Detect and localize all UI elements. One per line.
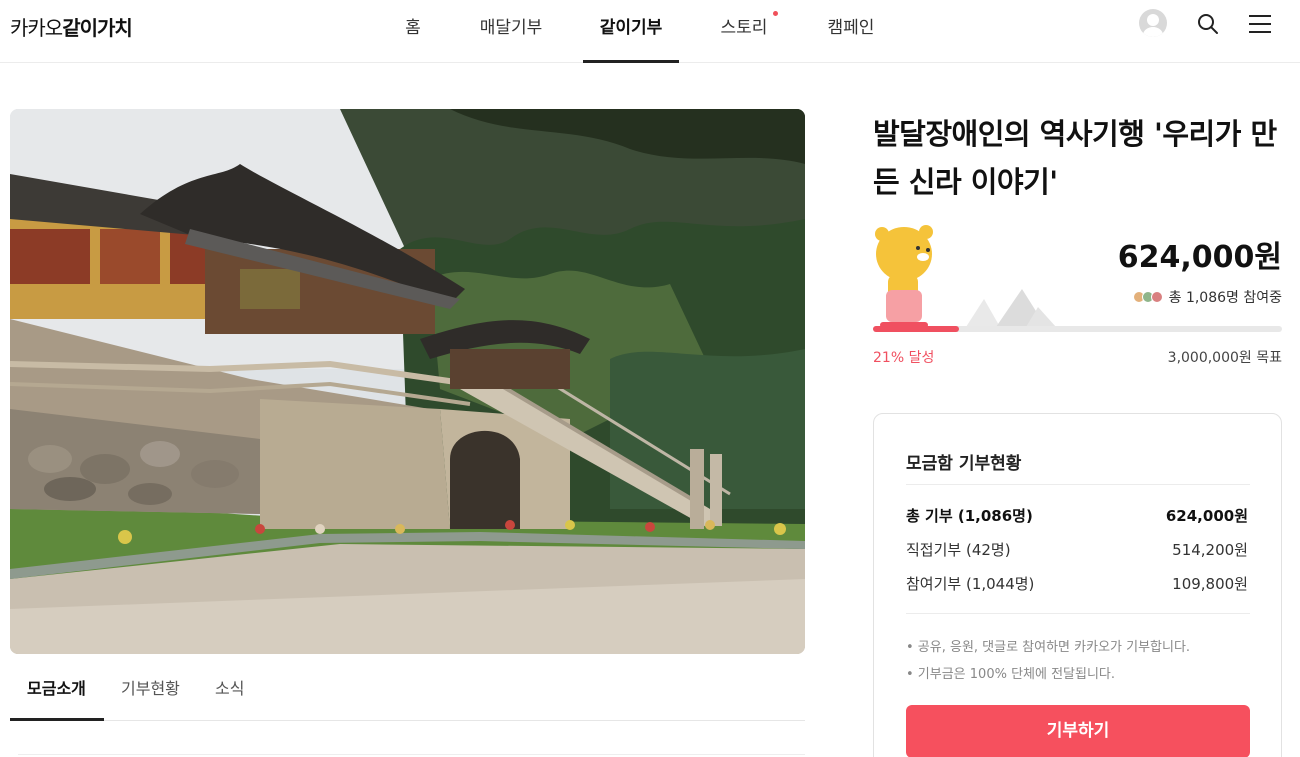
participants-text: 총 1,086명 참여중 [1168, 290, 1282, 306]
logo[interactable]: 카카오같이가치 [10, 12, 133, 41]
raised-amount: 624,000원 [1117, 240, 1282, 275]
tab-news[interactable]: 소식 [215, 675, 244, 699]
tab-active-underline [10, 718, 104, 721]
search-icon[interactable] [1196, 12, 1220, 36]
campaign-title: 발달장애인의 역사기행 '우리가 만든 신라 이야기' [873, 117, 1277, 199]
card-divider [906, 484, 1250, 485]
top-header: 카카오같이가치 홈 매달기부 같이기부 스토리 캠페인 [0, 0, 1300, 63]
nav-together[interactable]: 같이기부 [596, 13, 666, 63]
content-divider [18, 754, 805, 755]
direct-donation-value: 514,200원 [1172, 541, 1248, 559]
goal-amount: 3,000,000원 목표 [1167, 350, 1282, 366]
direct-donation-label: 직접기부 (42명) [906, 541, 1011, 559]
note-full-delivery: • 기부금은 100% 단체에 전달됩니다. [906, 667, 1116, 682]
achieved-percent: 21% 달성 [873, 350, 935, 366]
participation-donation-value: 109,800원 [1172, 575, 1248, 593]
ryan-character-icon [875, 225, 933, 328]
total-donation-value: 624,000원 [1165, 507, 1248, 525]
card-divider [906, 613, 1250, 614]
tab-intro[interactable]: 모금소개 [27, 675, 86, 699]
donation-status-card: 모금함 기부현황 총 기부 (1,086명) 624,000원 직접기부 (42… [873, 413, 1282, 757]
nav-story[interactable]: 스토리 [718, 13, 770, 63]
story-new-dot [773, 11, 778, 16]
total-donation-label: 총 기부 (1,086명) [906, 507, 1033, 525]
campaign-hero-image [10, 109, 805, 654]
tab-donation-status[interactable]: 기부현황 [121, 675, 180, 699]
participant-avatar-icon [1150, 291, 1163, 303]
nav-campaign[interactable]: 캠페인 [825, 13, 877, 63]
note-kakao-donates: • 공유, 응원, 댓글로 참여하면 카카오가 기부합니다. [906, 640, 1191, 655]
funding-progress-bar [873, 326, 1282, 332]
participation-donation-label: 참여기부 (1,044명) [906, 575, 1035, 593]
tab-divider [10, 720, 805, 721]
menu-icon[interactable] [1248, 13, 1272, 35]
logo-prefix: 카카오 [10, 16, 63, 40]
logo-strong: 같이가치 [62, 16, 133, 40]
avatar-icon[interactable] [1139, 9, 1167, 37]
donate-button[interactable]: 기부하기 [906, 705, 1250, 757]
participants-count: 총 1,086명 참여중 [1000, 287, 1282, 307]
nav-active-underline [583, 60, 679, 63]
nav-home[interactable]: 홈 [403, 13, 423, 63]
nav-monthly[interactable]: 매달기부 [476, 13, 546, 63]
funding-progress-fill [873, 326, 959, 332]
card-title: 모금함 기부현황 [906, 454, 1022, 474]
